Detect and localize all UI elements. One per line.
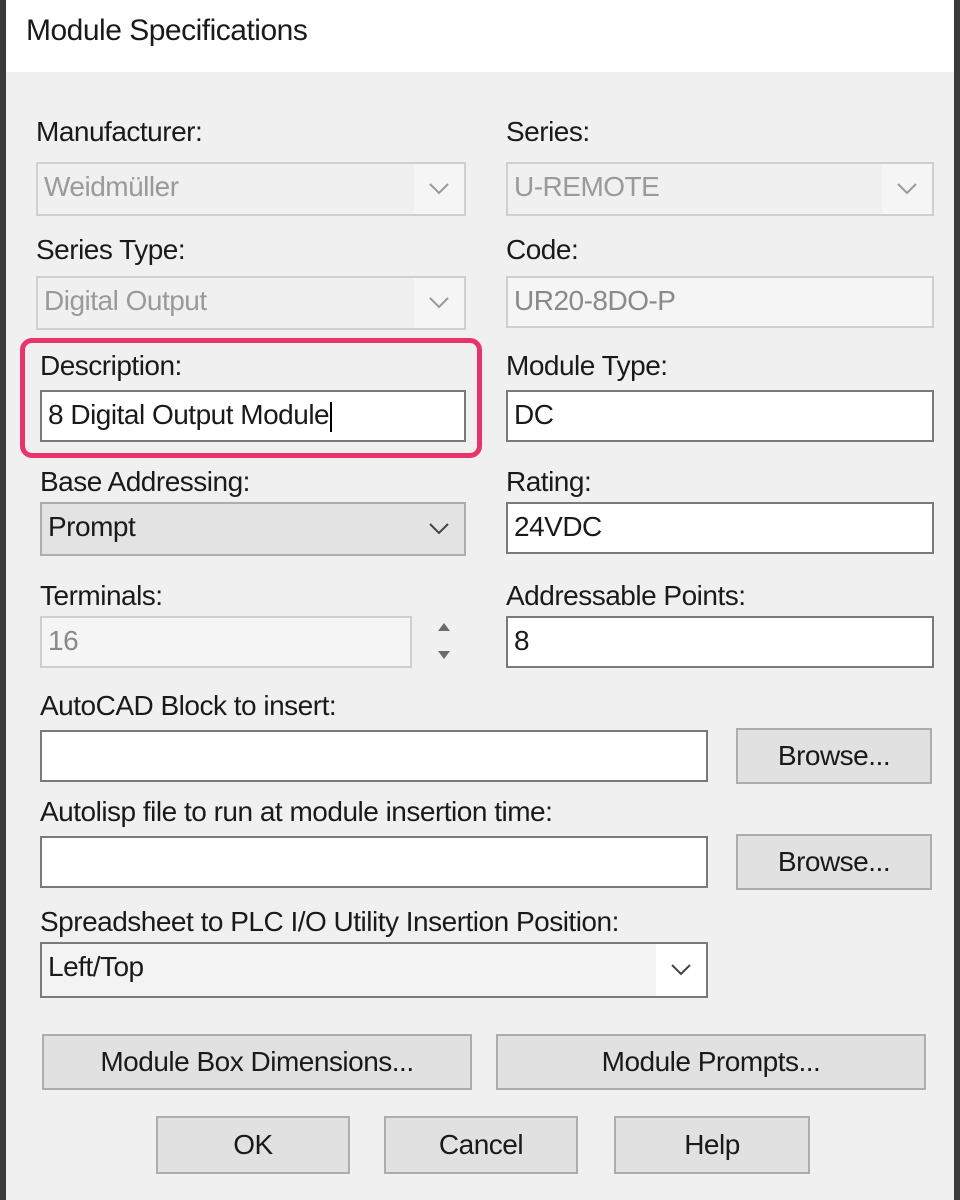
module-specifications-dialog: Module Specifications Manufacturer: Weid… [0, 0, 960, 1200]
autolisp-file-field[interactable] [40, 836, 708, 888]
manufacturer-label: Manufacturer: [36, 116, 203, 147]
description-label: Description: [40, 350, 182, 381]
arrow-up-icon[interactable] [424, 614, 464, 640]
series-value: U-REMOTE [508, 164, 882, 214]
module-type-field[interactable]: DC [506, 390, 934, 442]
module-type-label: Module Type: [506, 350, 668, 381]
chevron-down-icon [890, 164, 924, 214]
autolisp-file-label: Autolisp file to run at module insertion… [40, 796, 553, 827]
terminals-spinner [424, 614, 464, 668]
module-box-dimensions-button[interactable]: Module Box Dimensions... [42, 1034, 472, 1090]
insertion-position-dropdown[interactable]: Left/Top [40, 942, 708, 998]
description-value: 8 Digital Output Module [48, 399, 330, 430]
text-cursor [330, 401, 333, 432]
autocad-browse-button[interactable]: Browse... [736, 728, 932, 784]
terminals-field[interactable]: 16 [40, 616, 412, 668]
addressable-points-label: Addressable Points: [506, 580, 746, 611]
terminals-label: Terminals: [40, 580, 163, 611]
chevron-down-icon [422, 278, 456, 328]
window-title: Module Specifications [26, 14, 308, 47]
chevron-down-icon [422, 504, 456, 554]
title-bar: Module Specifications [6, 0, 954, 72]
autolisp-browse-button[interactable]: Browse... [736, 834, 932, 890]
autocad-block-field[interactable] [40, 730, 708, 782]
code-label: Code: [506, 234, 579, 265]
chevron-down-icon [664, 944, 698, 996]
rating-field[interactable]: 24VDC [506, 502, 934, 554]
help-button[interactable]: Help [614, 1116, 810, 1174]
insertion-position-value: Left/Top [42, 944, 656, 996]
series-type-dropdown[interactable]: Digital Output [36, 276, 466, 330]
series-label: Series: [506, 116, 590, 147]
insertion-position-label: Spreadsheet to PLC I/O Utility Insertion… [40, 906, 619, 937]
rating-label: Rating: [506, 466, 592, 497]
arrow-down-icon[interactable] [424, 642, 464, 668]
series-dropdown[interactable]: U-REMOTE [506, 162, 934, 216]
cancel-button[interactable]: Cancel [384, 1116, 578, 1174]
chevron-down-icon [422, 164, 456, 214]
base-addressing-label: Base Addressing: [40, 466, 250, 497]
series-type-value: Digital Output [38, 278, 414, 328]
ok-button[interactable]: OK [156, 1116, 350, 1174]
description-field[interactable]: 8 Digital Output Module [40, 390, 466, 442]
manufacturer-dropdown[interactable]: Weidmüller [36, 162, 466, 216]
code-field[interactable]: UR20-8DO-P [506, 276, 934, 328]
autocad-block-label: AutoCAD Block to insert: [40, 690, 337, 721]
base-addressing-dropdown[interactable]: Prompt [40, 502, 466, 556]
addressable-points-field[interactable]: 8 [506, 616, 934, 668]
base-addressing-value: Prompt [42, 504, 414, 554]
module-prompts-button[interactable]: Module Prompts... [496, 1034, 926, 1090]
manufacturer-value: Weidmüller [38, 164, 414, 214]
series-type-label: Series Type: [36, 234, 186, 265]
